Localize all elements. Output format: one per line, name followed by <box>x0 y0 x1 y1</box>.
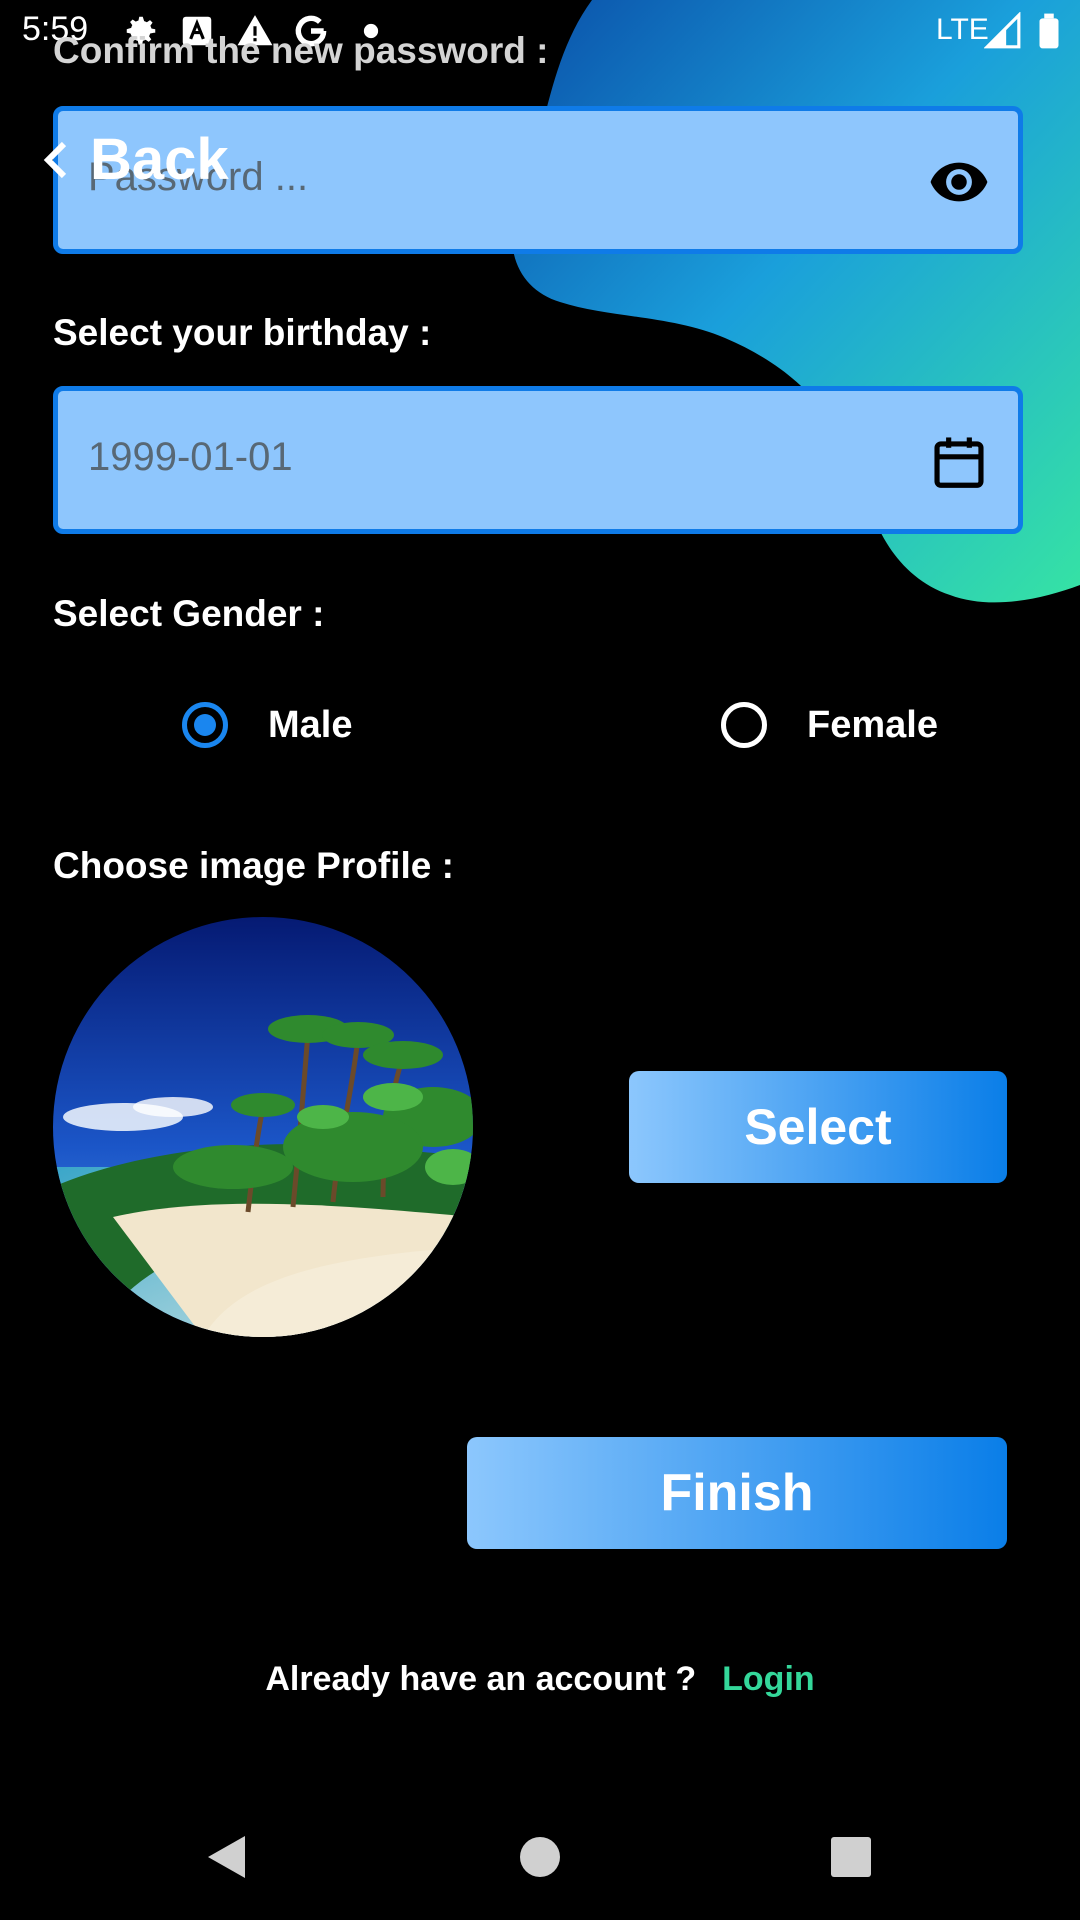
calendar-icon[interactable] <box>928 431 990 493</box>
eye-icon[interactable] <box>928 151 990 213</box>
birthday-input[interactable]: 1999-01-01 <box>53 386 1023 534</box>
radio-male-label: Male <box>268 703 353 746</box>
battery-icon <box>1039 13 1059 49</box>
profile-image-label: Choose image Profile : <box>53 845 454 886</box>
radio-male[interactable] <box>182 702 228 748</box>
signal-icon <box>984 12 1021 49</box>
confirm-password-label: Confirm the new password : <box>53 30 549 71</box>
footer-text: Already have an account ? <box>265 1660 697 1698</box>
back-label: Back <box>90 127 229 192</box>
gender-option-male[interactable]: Male <box>182 702 352 748</box>
beach-image <box>53 917 473 1337</box>
radio-female[interactable] <box>721 702 767 748</box>
gender-label: Select Gender : <box>53 593 325 634</box>
birthday-label: Select your birthday : <box>53 312 432 353</box>
profile-image <box>53 917 473 1337</box>
chevron-left-icon <box>43 141 67 178</box>
screen: 5:59 LTE Confirm the new password: Pass… <box>0 0 1080 1920</box>
nav-back-icon[interactable] <box>200 1832 250 1882</box>
login-link[interactable]: Login <box>722 1660 815 1698</box>
footer: Already have an account ? Login <box>0 1660 1080 1699</box>
birthday-value: 1999-01-01 <box>88 435 293 479</box>
nav-recents-icon[interactable] <box>826 1832 876 1882</box>
gender-option-female[interactable]: Female <box>721 702 938 748</box>
finish-button[interactable]: Finish <box>467 1437 1007 1549</box>
nav-home-icon[interactable] <box>515 1832 565 1882</box>
network-type: LTE <box>936 13 989 46</box>
back-button[interactable]: Back <box>42 126 229 193</box>
select-image-button[interactable]: Select <box>629 1071 1007 1183</box>
radio-female-label: Female <box>807 703 938 746</box>
